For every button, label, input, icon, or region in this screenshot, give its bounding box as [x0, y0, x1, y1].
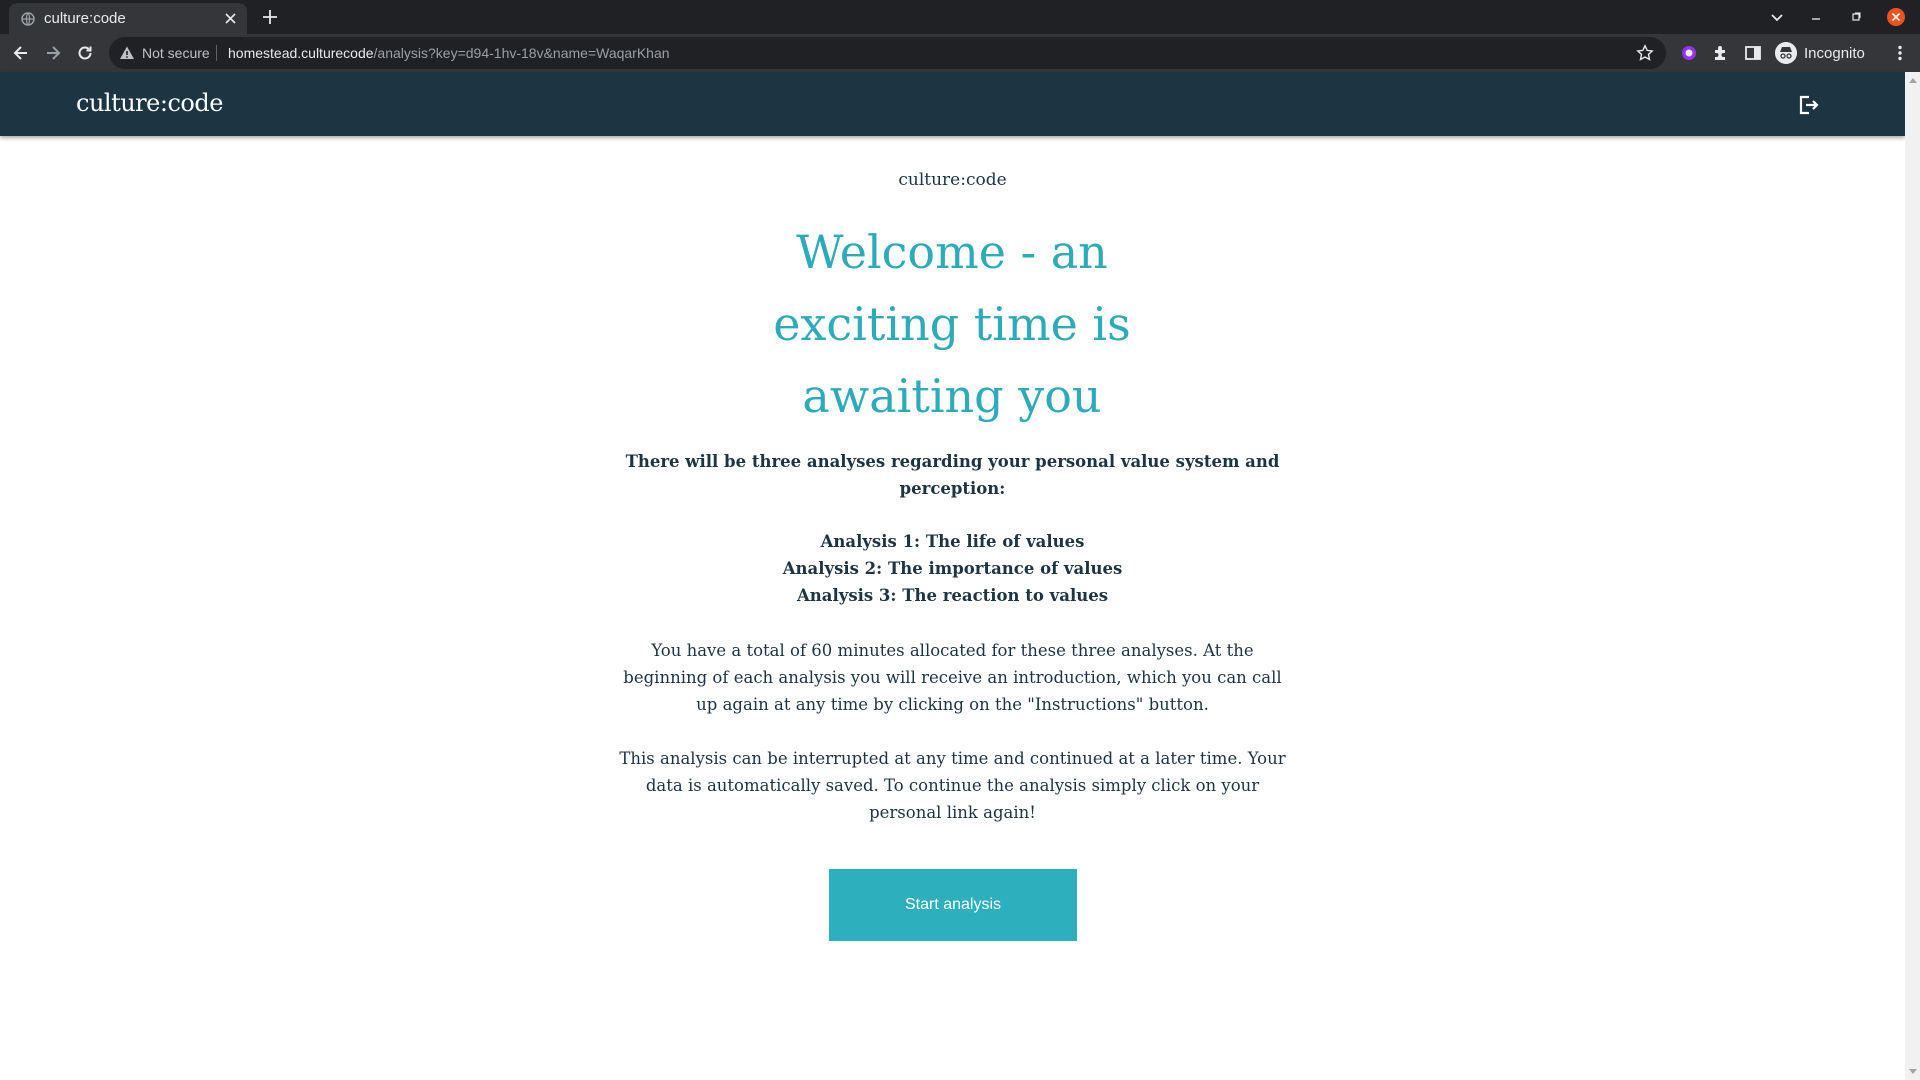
- side-panel-icon[interactable]: [1743, 43, 1763, 63]
- warning-icon[interactable]: [119, 45, 135, 61]
- scroll-down-arrow-icon[interactable]: [1909, 1069, 1917, 1074]
- analysis-list: Analysis 1: The life of values Analysis …: [600, 528, 1305, 609]
- web-page: culture:code culture:code Welcome - an e…: [0, 72, 1905, 1080]
- intro-text: There will be three analyses regarding y…: [625, 452, 1280, 498]
- tab-title: culture:code: [44, 10, 126, 27]
- page-scrollbar[interactable]: [1905, 72, 1920, 1080]
- restore-icon[interactable]: [1846, 7, 1866, 27]
- extensions-puzzle-icon[interactable]: [1711, 43, 1731, 63]
- back-arrow-icon[interactable]: [11, 43, 31, 63]
- minimize-icon[interactable]: [1806, 7, 1826, 27]
- forward-arrow-icon[interactable]: [43, 43, 63, 63]
- omnibox-divider: [216, 45, 217, 61]
- close-window-icon[interactable]: [1886, 7, 1906, 27]
- extension-record-icon[interactable]: [1679, 43, 1699, 63]
- reload-icon[interactable]: [75, 43, 95, 63]
- welcome-headline: Welcome - an exciting time is awaiting y…: [773, 225, 1131, 423]
- url-host: homestead.culturecode: [228, 45, 374, 61]
- analysis-item-1: Analysis 1: The life of values: [820, 532, 1085, 551]
- security-label[interactable]: Not secure: [142, 45, 210, 61]
- logout-icon[interactable]: [1796, 93, 1820, 117]
- app-logo[interactable]: culture:code: [76, 89, 223, 117]
- scroll-up-arrow-icon[interactable]: [1909, 78, 1917, 83]
- browser-toolbar: Not secure homestead.culturecode/analysi…: [0, 34, 1920, 72]
- url-text[interactable]: homestead.culturecode/analysis?key=d94-1…: [228, 45, 670, 61]
- start-analysis-button[interactable]: Start analysis: [829, 869, 1077, 941]
- browser-tab-strip: culture:code: [0, 0, 1920, 34]
- incognito-label: Incognito: [1804, 45, 1865, 62]
- time-allocation-paragraph: You have a total of 60 minutes allocated…: [623, 641, 1282, 714]
- analysis-item-2: Analysis 2: The importance of values: [782, 559, 1123, 578]
- address-bar[interactable]: Not secure homestead.culturecode/analysi…: [109, 37, 1666, 69]
- analysis-item-3: Analysis 3: The reaction to values: [796, 586, 1109, 605]
- url-path: /analysis?key=d94-1hv-18v&name=WaqarKhan: [373, 45, 670, 61]
- incognito-chip[interactable]: Incognito: [1771, 37, 1875, 69]
- browser-tab[interactable]: culture:code: [9, 3, 247, 34]
- tab-search-chevron-icon[interactable]: [1767, 7, 1787, 27]
- new-tab-icon[interactable]: [260, 7, 280, 27]
- brand-name: culture:code: [898, 170, 1007, 190]
- close-tab-icon[interactable]: [223, 11, 238, 26]
- kebab-menu-icon[interactable]: [1890, 43, 1910, 63]
- interrupt-info-paragraph: This analysis can be interrupted at any …: [619, 749, 1286, 822]
- incognito-icon: [1775, 42, 1797, 64]
- app-header: culture:code: [0, 72, 1905, 136]
- globe-icon: [21, 12, 35, 26]
- bookmark-star-icon[interactable]: [1636, 44, 1654, 62]
